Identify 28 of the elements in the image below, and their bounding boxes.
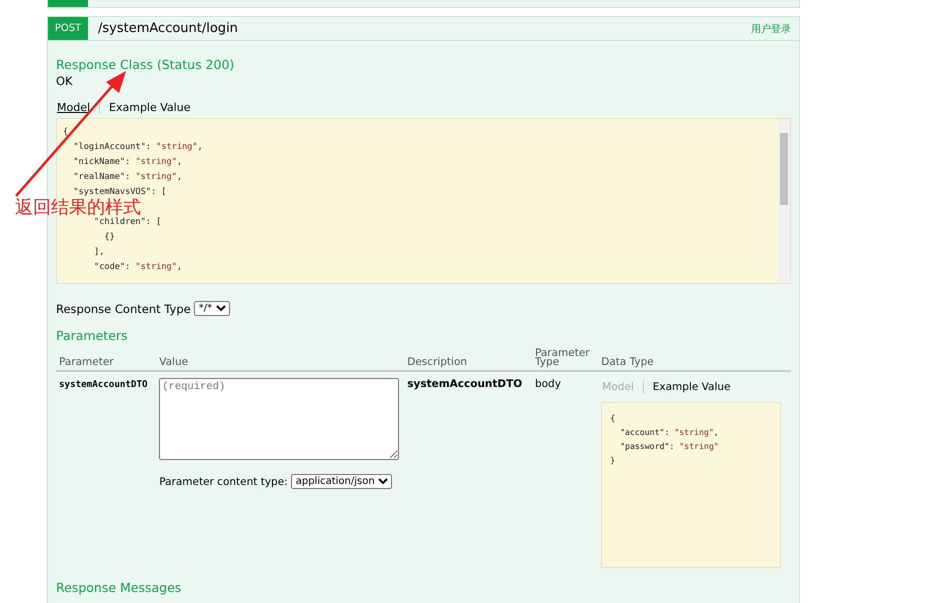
field-label: Response Content Type: [56, 302, 191, 316]
status-text: OK: [56, 74, 74, 88]
column-header: Value: [159, 356, 188, 368]
model-tab[interactable]: Model: [56, 100, 92, 114]
parameter-description: systemAccountDTO: [407, 378, 522, 390]
model-tab[interactable]: Example Value: [652, 381, 732, 393]
section-heading: Response Class (Status 200): [56, 57, 236, 72]
endpoint-path[interactable]: /systemAccount/login: [98, 21, 751, 36]
method-badge: POST: [48, 17, 88, 40]
annotation-text: 返回结果的样式: [15, 197, 141, 218]
parameter-content-type-select[interactable]: application/json: [290, 474, 392, 489]
field-label: Parameter content type:: [159, 476, 288, 488]
scrollbar[interactable]: [778, 119, 790, 283]
content-type-select[interactable]: */*: [194, 301, 230, 316]
parameter-name: systemAccountDTO: [59, 379, 148, 390]
column-header: Parameter: [59, 356, 114, 368]
column-header: Data Type: [601, 356, 654, 368]
method-badge: [48, 0, 88, 7]
operation-header[interactable]: POST /systemAccount/login 用户登录: [48, 17, 799, 41]
code-block: { "account": "string", "password": "string" }: [601, 402, 782, 568]
operation-bar[interactable]: [47, 0, 800, 8]
section-heading: Response Messages: [56, 580, 182, 595]
column-header: Description: [407, 356, 468, 368]
model-tab[interactable]: Example Value: [108, 100, 192, 114]
column-header: Parameter Type: [534, 349, 591, 367]
section-heading: Parameters: [56, 328, 129, 343]
parameter-value-field[interactable]: (required): [159, 378, 400, 460]
parameter-type: body: [534, 378, 561, 390]
